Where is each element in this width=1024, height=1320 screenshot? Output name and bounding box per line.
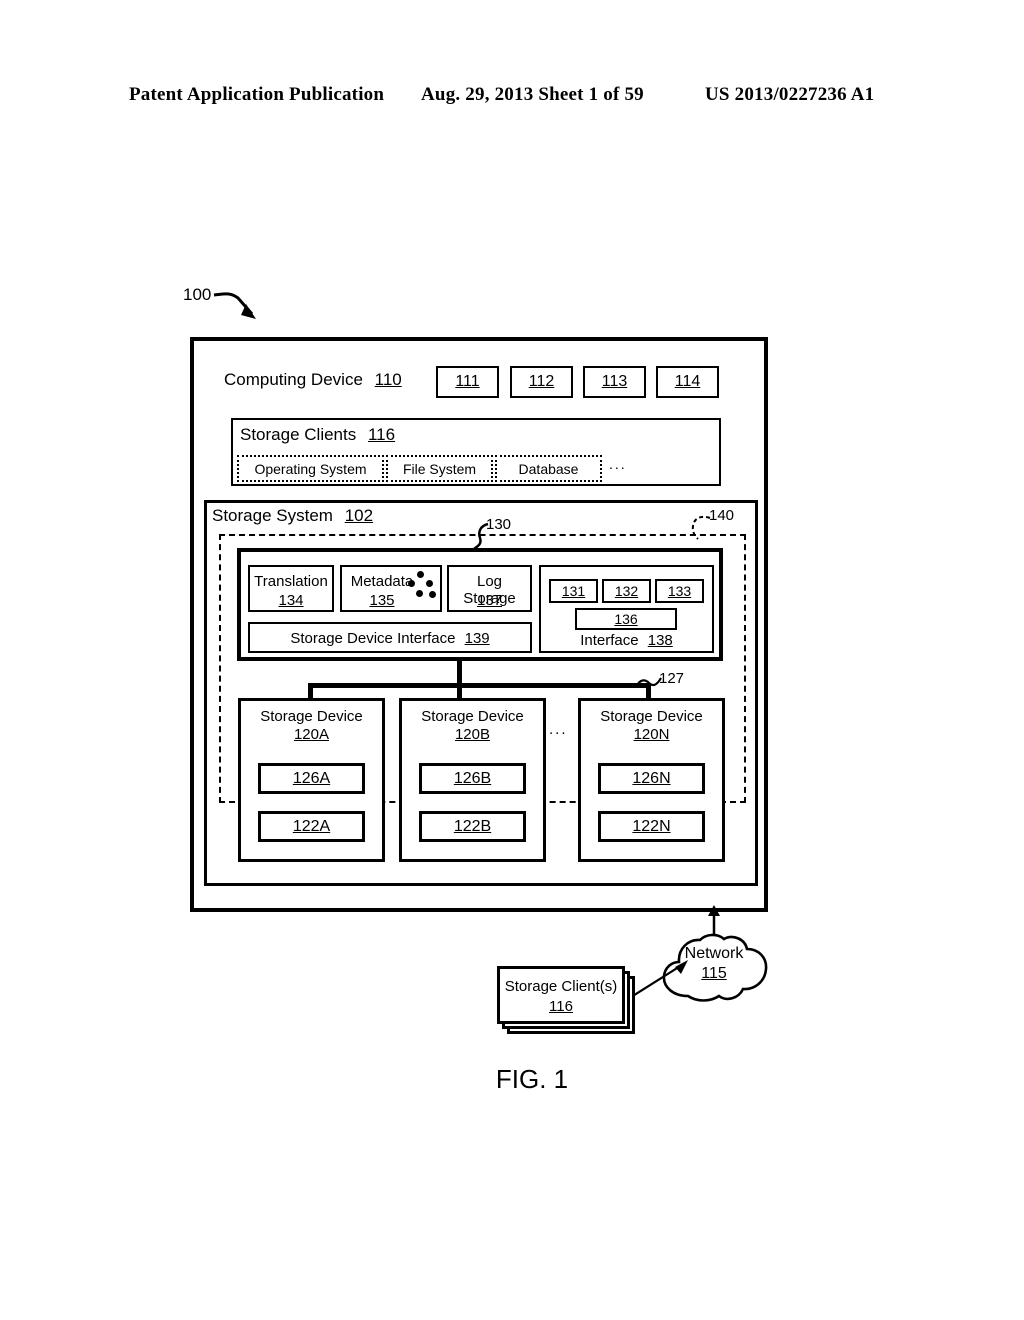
component-113-ref: 113: [601, 373, 628, 390]
computing-device-text: Computing Device: [224, 370, 363, 389]
storage-system-ref: 102: [344, 506, 374, 525]
storage-device-120n-title: Storage Device 120N: [578, 708, 725, 744]
ref-132: 132: [614, 583, 639, 599]
reference-140-leader: [691, 515, 711, 540]
reference-100-label: 100: [183, 285, 212, 304]
storage-device-120b-lower-122b[interactable]: 122B: [419, 811, 526, 842]
remote-clients-ref: 116: [549, 997, 573, 1015]
storage-devices-ellipsis: ...: [549, 721, 568, 738]
sd-n-ref: 120N: [633, 726, 670, 743]
storage-device-120a-upper-126a[interactable]: 126A: [258, 763, 365, 794]
ref-126a: 126A: [292, 769, 331, 787]
interface-subcomponent-131[interactable]: 131: [549, 579, 598, 603]
ref-133: 133: [667, 583, 692, 599]
log-storage-ref: 137: [476, 592, 503, 609]
reference-100-leader-arrow: [213, 292, 256, 319]
storage-clients-ref: 116: [367, 425, 396, 444]
storage-device-120b-upper-126b[interactable]: 126B: [419, 763, 526, 794]
storage-client-operating-system[interactable]: Operating System: [237, 455, 384, 482]
interface-subcomponent-133[interactable]: 133: [655, 579, 704, 603]
interface-subcomponent-132[interactable]: 132: [602, 579, 651, 603]
interface-subcomponent-136[interactable]: 136: [575, 608, 677, 630]
ref-122n: 122N: [632, 817, 671, 835]
file-system-label: File System: [402, 460, 477, 477]
sdi-ref: 139: [464, 630, 490, 647]
figure-caption: FIG. 1: [0, 1064, 1024, 1094]
storage-system-label: Storage System 102: [212, 506, 373, 525]
component-box-113[interactable]: 113: [583, 366, 646, 398]
ref-126n: 126N: [632, 769, 671, 787]
interface-caption: Interface 138: [539, 632, 714, 650]
log-storage-module-137[interactable]: Log Storage 137: [447, 565, 532, 612]
component-111-ref: 111: [455, 373, 480, 390]
component-box-114[interactable]: 114: [656, 366, 719, 398]
storage-device-120n-upper-126n[interactable]: 126N: [598, 763, 705, 794]
node-graph-icon: [402, 570, 442, 606]
sd-a-label: Storage Device: [260, 708, 363, 725]
bus-127-horizontal: [308, 683, 651, 688]
storage-device-interface-139[interactable]: Storage Device Interface 139: [248, 622, 532, 653]
reference-127-leader: [635, 677, 662, 688]
sd-b-label: Storage Device: [421, 708, 524, 725]
sdi-label: Storage Device Interface: [290, 630, 456, 647]
ref-126b: 126B: [453, 769, 492, 787]
computing-device-ref: 110: [374, 370, 402, 389]
interface-ref: 138: [647, 632, 673, 649]
computing-device-label: Computing Device 110: [224, 370, 402, 389]
database-label: Database: [518, 460, 579, 477]
storage-device-120n-lower-122n[interactable]: 122N: [598, 811, 705, 842]
component-box-111[interactable]: 111: [436, 366, 499, 398]
storage-client-database[interactable]: Database: [495, 455, 602, 482]
sd-n-label: Storage Device: [600, 708, 703, 725]
patent-figure-1: 100 Computing Device 110 111 112 113 114…: [0, 0, 1024, 1320]
remote-clients-text: Storage Client(s): [504, 978, 618, 995]
ref-122b: 122B: [453, 817, 492, 835]
component-box-112[interactable]: 112: [510, 366, 573, 398]
sd-b-ref: 120B: [454, 726, 491, 743]
ref-122a: 122A: [292, 817, 331, 835]
storage-clients-text: Storage Clients: [240, 425, 357, 444]
translation-module-134[interactable]: Translation 134: [248, 565, 334, 612]
storage-device-120a-title: Storage Device 120A: [238, 708, 385, 744]
figure-caption-text: FIG. 1: [495, 1064, 569, 1094]
storage-system-text: Storage System: [212, 506, 333, 525]
storage-device-120b-title: Storage Device 120B: [399, 708, 546, 744]
storage-clients-ellipsis: ...: [609, 456, 627, 472]
storage-clients-label: Storage Clients 116: [240, 425, 395, 444]
storage-client-file-system[interactable]: File System: [386, 455, 493, 482]
interface-label: Interface: [580, 632, 639, 649]
ref-131: 131: [561, 583, 586, 599]
sd-a-ref: 120A: [293, 726, 330, 743]
translation-label: Translation: [254, 573, 328, 590]
translation-ref: 134: [278, 592, 304, 609]
component-114-ref: 114: [674, 373, 701, 390]
ref-136: 136: [614, 611, 638, 627]
remote-storage-clients-label: Storage Client(s) 116: [497, 977, 625, 1016]
storage-device-120a-lower-122a[interactable]: 122A: [258, 811, 365, 842]
storage-device-interface-text: Storage Device Interface 139: [250, 630, 530, 647]
component-112-ref: 112: [528, 373, 555, 390]
operating-system-label: Operating System: [254, 460, 367, 477]
